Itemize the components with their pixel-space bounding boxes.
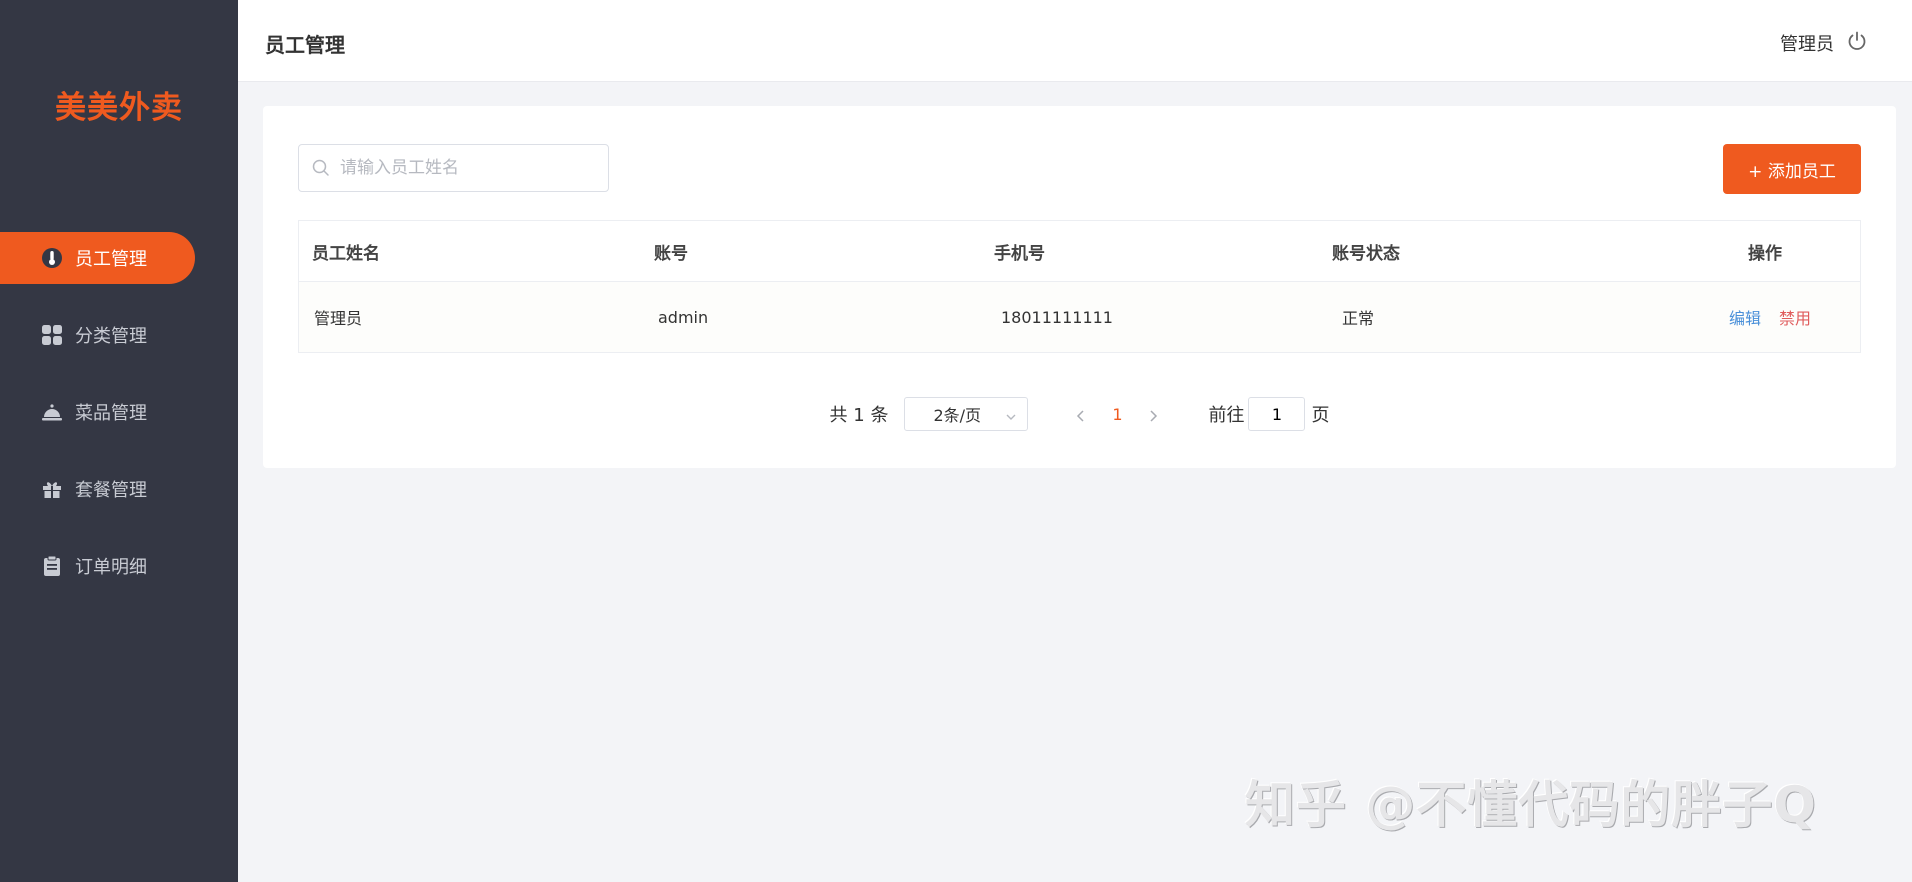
page-size-select[interactable]: 2条/页 <box>904 397 1029 431</box>
employee-table: 员工姓名 账号 手机号 账号状态 操作 管理员 admin 1801111111… <box>298 220 1861 353</box>
goto-page-input[interactable] <box>1248 397 1306 431</box>
search-input[interactable] <box>338 157 602 179</box>
page-title: 员工管理 <box>265 33 345 57</box>
content-card: + 添加员工 员工姓名 账号 手机号 账号状态 操作 管理员 admin 180… <box>263 106 1896 468</box>
column-header-account: 账号 <box>654 243 688 264</box>
sidebar-item-label: 分类管理 <box>75 326 147 347</box>
thermometer-icon <box>41 247 63 269</box>
column-header-phone: 手机号 <box>994 243 1045 264</box>
total-count: 共 1 条 <box>829 405 889 426</box>
grid-icon <box>41 324 63 346</box>
cell-actions: 编辑 禁用 <box>1680 305 1860 329</box>
add-employee-button[interactable]: + 添加员工 <box>1723 144 1861 194</box>
page-unit-label: 页 <box>1311 405 1330 426</box>
sidebar-item-label: 套餐管理 <box>75 480 147 501</box>
brand-logo[interactable]: 美美外卖 <box>0 82 238 127</box>
power-icon[interactable] <box>1846 30 1868 52</box>
column-header-actions: 操作 <box>1748 243 1782 264</box>
chevron-down-icon <box>1005 408 1017 420</box>
cell-status: 正常 <box>1342 309 1375 328</box>
chevron-left-icon[interactable] <box>1074 407 1088 422</box>
sidebar-item-label: 订单明细 <box>75 557 147 578</box>
search-icon <box>312 159 330 177</box>
sidebar-item-dish[interactable]: 菜品管理 <box>0 386 238 438</box>
watermark: 知乎 @不懂代码的胖子Q <box>1245 776 1817 834</box>
clipboard-icon <box>41 555 63 577</box>
table-row: 管理员 admin 18011111111 正常 编辑 禁用 <box>299 282 1860 352</box>
top-bar: 员工管理 管理员 <box>238 0 1912 82</box>
chevron-right-icon[interactable] <box>1146 407 1160 422</box>
page-number-current[interactable]: 1 <box>1106 405 1128 424</box>
user-name: 管理员 <box>1780 34 1834 55</box>
pagination: 共 1 条 2条/页 1 前往 页 <box>263 396 1896 432</box>
cell-phone: 18011111111 <box>1001 307 1113 327</box>
sidebar-item-label: 员工管理 <box>75 249 147 270</box>
cell-name: 管理员 <box>314 309 363 328</box>
cloche-icon <box>41 401 63 423</box>
table-header: 员工姓名 账号 手机号 账号状态 操作 <box>299 221 1860 282</box>
goto-label: 前往 <box>1208 405 1245 426</box>
cell-account: admin <box>658 307 709 327</box>
sidebar-item-employee[interactable]: 员工管理 <box>0 232 195 284</box>
disable-link[interactable]: 禁用 <box>1779 305 1811 329</box>
sidebar-menu: 员工管理 分类管理 菜品管理 套餐管理 订单明细 <box>0 232 238 617</box>
sidebar-item-orders[interactable]: 订单明细 <box>0 540 238 592</box>
sidebar-item-category[interactable]: 分类管理 <box>0 309 238 361</box>
sidebar-item-setmeal[interactable]: 套餐管理 <box>0 463 238 515</box>
page-size-value: 2条/页 <box>933 406 982 425</box>
gift-icon <box>41 478 63 500</box>
column-header-status: 账号状态 <box>1332 243 1400 264</box>
sidebar: 美美外卖 员工管理 分类管理 菜品管理 套餐管理 订单明细 <box>0 0 238 882</box>
sidebar-item-label: 菜品管理 <box>75 403 147 424</box>
edit-link[interactable]: 编辑 <box>1729 305 1761 329</box>
search-box[interactable] <box>298 144 609 192</box>
column-header-name: 员工姓名 <box>312 243 380 264</box>
